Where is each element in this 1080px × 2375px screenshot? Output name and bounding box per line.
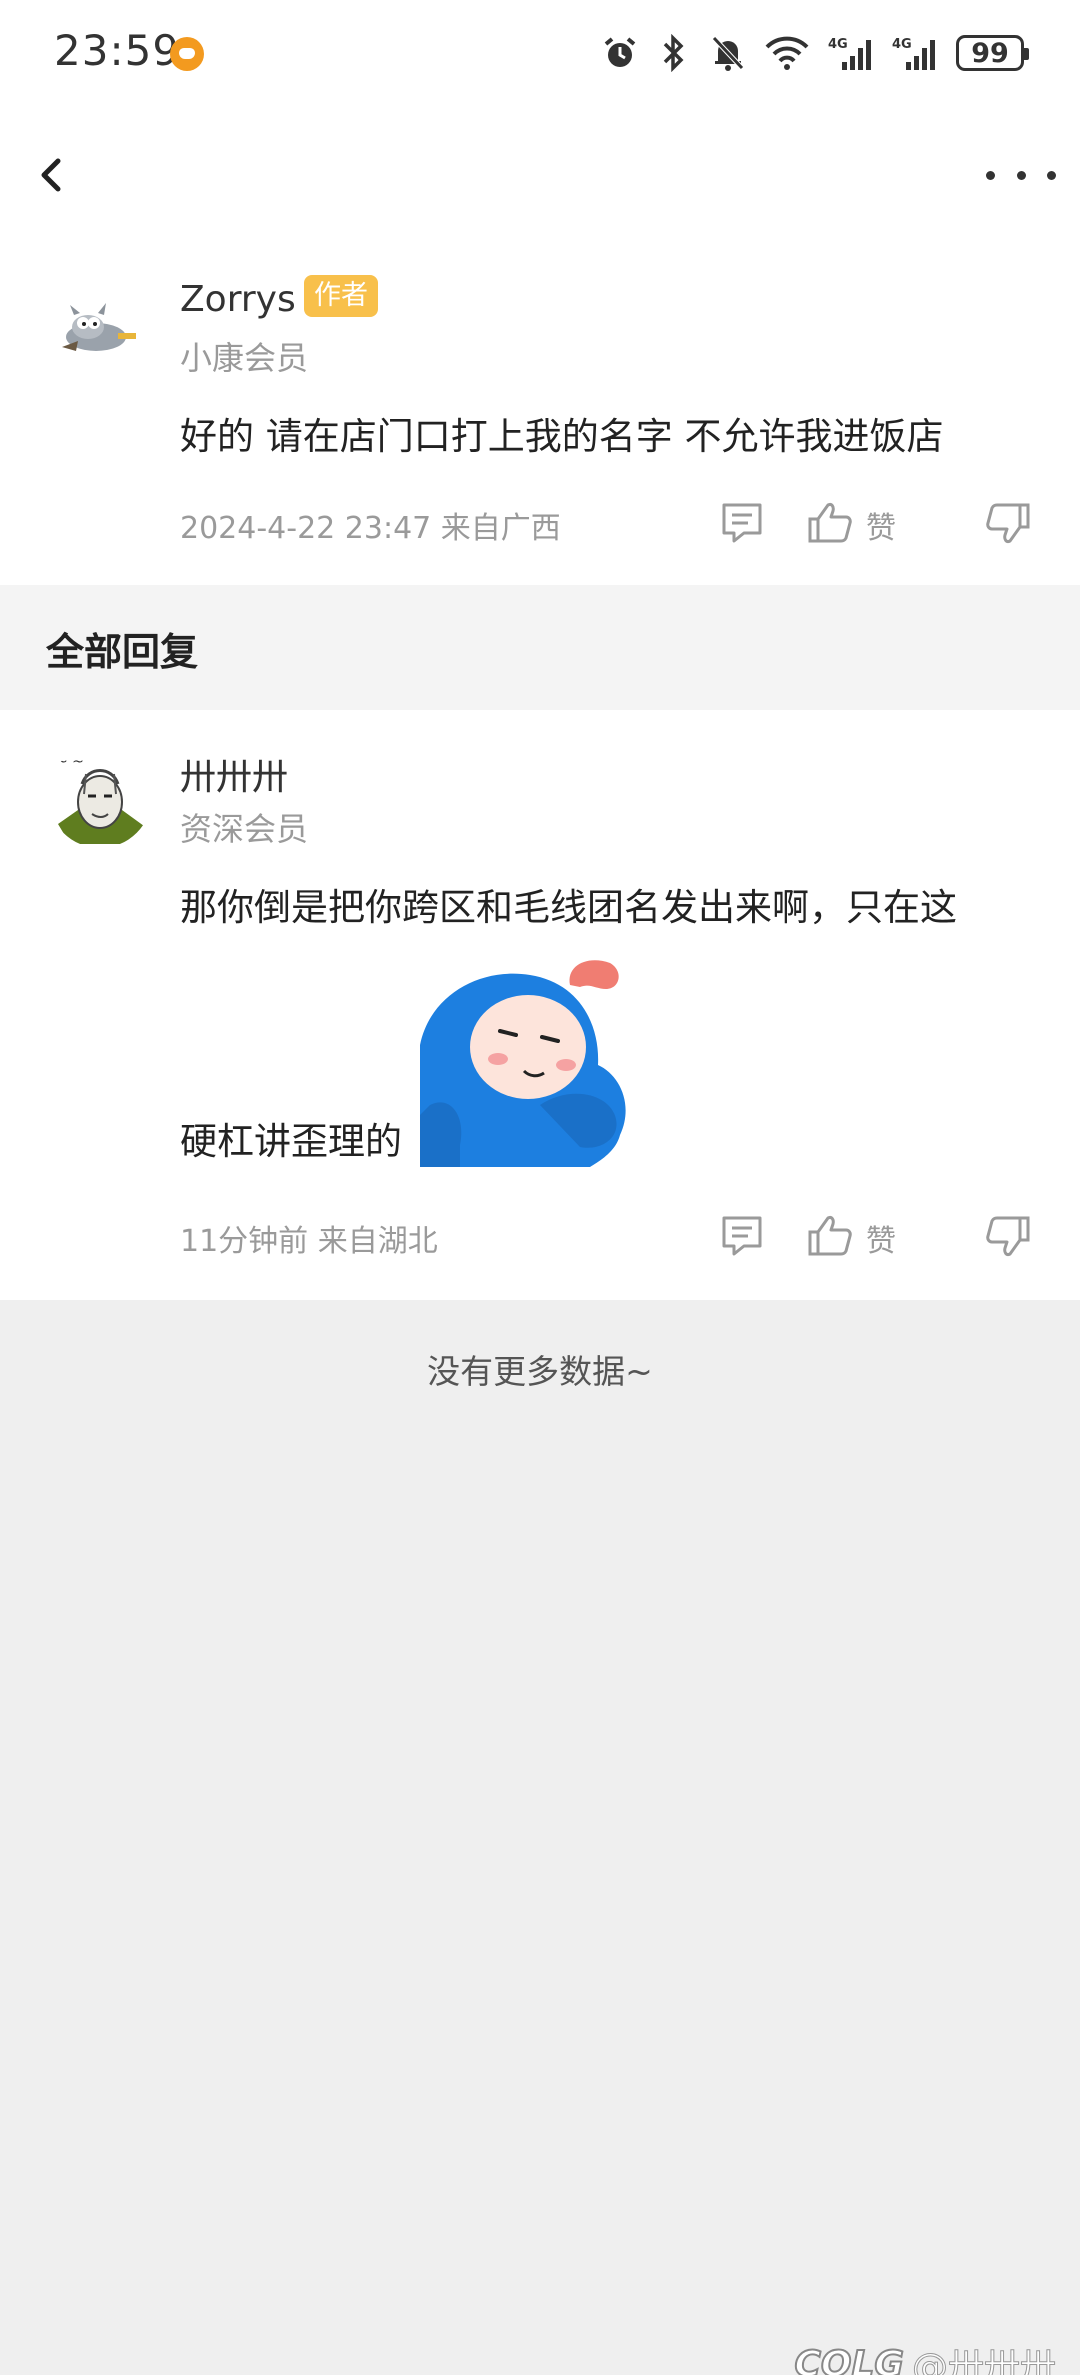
username[interactable]: Zorrys — [180, 279, 296, 320]
author-badge: 作者 — [304, 275, 378, 317]
bluetooth-icon — [656, 33, 692, 73]
main-comment: Zorrys 作者 小康会员 好的 请在店门口打上我的名字 不允许我进饭店 20… — [0, 235, 1080, 585]
signal-4g-icon: 4G — [892, 33, 938, 73]
comment-actions: 赞 — [720, 499, 1030, 549]
sticker-image[interactable] — [420, 955, 634, 1167]
like-label[interactable]: 赞 — [866, 503, 896, 547]
reply-content-line2: 硬杠讲歪理的 — [180, 1120, 402, 1163]
reply-button[interactable] — [720, 499, 764, 547]
member-level: 资深会员 — [180, 810, 309, 848]
signal-4g-icon: 4G — [828, 33, 874, 73]
no-more-data-text: 没有更多数据~ — [427, 1352, 653, 1391]
like-label[interactable]: 赞 — [866, 1216, 896, 1260]
app-root: 23:59 4G 4G 99 Zorrys 作者 小康会员 好的 请在店门口打上… — [0, 0, 1080, 2375]
thumbs-up-icon — [808, 503, 852, 543]
comment-icon — [722, 1216, 762, 1256]
username[interactable]: 卅卅卅 — [180, 748, 288, 800]
thumbs-down-icon — [986, 503, 1030, 543]
wifi-icon — [764, 33, 810, 73]
like-button[interactable] — [806, 1212, 854, 1260]
status-time: 23:59 — [54, 26, 181, 75]
comment-meta: 2024-4-22 23:47 来自广西 — [180, 511, 561, 546]
replies-section-header: 全部回复 — [0, 585, 1080, 710]
app-notification-icon — [170, 37, 204, 71]
dislike-button[interactable] — [984, 1212, 1032, 1260]
member-level: 小康会员 — [180, 339, 309, 377]
like-button[interactable] — [806, 499, 854, 547]
dislike-button[interactable] — [984, 499, 1032, 547]
more-dot — [1016, 170, 1026, 180]
battery-indicator: 99 — [956, 35, 1029, 71]
status-icons: 4G 4G 99 — [602, 30, 1029, 76]
comment-content: 好的 请在店门口打上我的名字 不允许我进饭店 — [180, 415, 944, 458]
avatar[interactable]: ~ ~ — [48, 744, 152, 848]
svg-text:4G: 4G — [828, 37, 848, 52]
status-bar: 23:59 4G 4G 99 — [0, 0, 1080, 105]
svg-text:~ ~: ~ ~ — [56, 754, 84, 770]
reply-content-line1: 那你倒是把你跨区和毛线团名发出来啊，只在这 — [180, 886, 957, 929]
more-dots-icon — [986, 170, 995, 180]
more-dot — [1047, 170, 1056, 180]
watermark-user: @卅卅卅 — [911, 2347, 1056, 2375]
nav-bar — [0, 105, 1080, 235]
thumbs-up-icon — [808, 1216, 852, 1256]
comment-icon — [722, 503, 762, 543]
watermark-logo: COLG — [793, 2343, 905, 2375]
back-chevron-icon — [41, 158, 61, 192]
reply-button[interactable] — [720, 1212, 764, 1260]
avatar[interactable] — [48, 275, 152, 379]
reply-actions: 赞 — [720, 1212, 1030, 1262]
watermark: COLG @卅卅卅 — [793, 2338, 1056, 2375]
more-options-button[interactable] — [986, 157, 1056, 193]
section-title: 全部回复 — [46, 630, 199, 674]
thumbs-down-icon — [986, 1216, 1030, 1256]
back-button[interactable] — [28, 145, 74, 205]
svg-text:4G: 4G — [892, 37, 912, 52]
reply-meta: 11分钟前 来自湖北 — [180, 1224, 438, 1259]
alarm-icon — [602, 33, 638, 73]
mute-bell-icon — [710, 33, 746, 73]
